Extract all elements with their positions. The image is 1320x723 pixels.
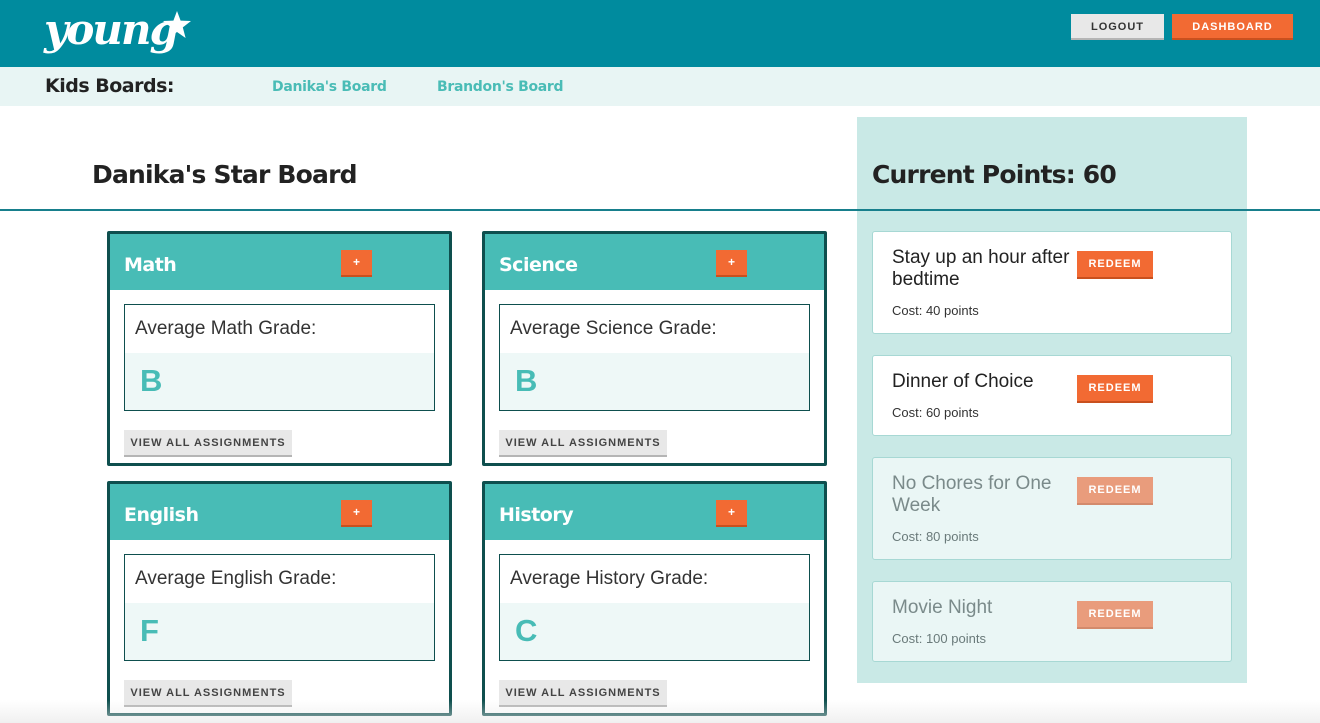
- reward-card: Movie Night Cost: 100 points REDEEM: [872, 581, 1232, 662]
- logo-text: young: [44, 5, 179, 54]
- current-points-title: Current Points: 60: [872, 160, 1117, 189]
- grade-label: Average Science Grade:: [510, 318, 717, 339]
- star-icon: [163, 11, 191, 38]
- top-header: young LOGOUT DASHBOARD: [0, 0, 1320, 67]
- grade-box: Average English Grade: F: [124, 554, 435, 661]
- grade-value: B: [515, 363, 538, 398]
- subject-card-english: English + Average English Grade: F VIEW …: [107, 481, 452, 716]
- reward-cost: Cost: 60 points: [892, 405, 979, 420]
- grade-label: Average Math Grade:: [135, 318, 317, 339]
- reward-name: Movie Night: [892, 597, 993, 618]
- reward-cost: Cost: 80 points: [892, 529, 979, 544]
- grade-value-area: C: [500, 603, 809, 660]
- grade-box: Average History Grade: C: [499, 554, 810, 661]
- dashboard-button[interactable]: DASHBOARD: [1172, 14, 1293, 40]
- reward-name: Stay up an hour after bedtime: [892, 247, 1070, 290]
- grade-box: Average Math Grade: B: [124, 304, 435, 411]
- redeem-button[interactable]: REDEEM: [1077, 477, 1153, 505]
- reward-name: Dinner of Choice: [892, 371, 1034, 392]
- subject-card-science: Science + Average Science Grade: B VIEW …: [482, 231, 827, 466]
- kids-boards-title: Kids Boards:: [45, 75, 175, 97]
- reward-card: Dinner of Choice Cost: 60 points REDEEM: [872, 355, 1232, 436]
- subject-title: English: [124, 504, 199, 526]
- grade-value-area: B: [125, 353, 434, 410]
- subject-card-history: History + Average History Grade: C VIEW …: [482, 481, 827, 716]
- add-assignment-button[interactable]: +: [341, 250, 372, 277]
- add-assignment-button[interactable]: +: [716, 500, 747, 527]
- logout-button[interactable]: LOGOUT: [1071, 14, 1164, 40]
- grade-value: F: [140, 613, 159, 648]
- subject-card-math: Math + Average Math Grade: B VIEW ALL AS…: [107, 231, 452, 466]
- grade-label: Average History Grade:: [510, 568, 709, 589]
- reward-name: No Chores for One Week: [892, 473, 1052, 516]
- reward-card: No Chores for One Week Cost: 80 points R…: [872, 457, 1232, 560]
- view-all-assignments-button[interactable]: VIEW ALL ASSIGNMENTS: [124, 430, 292, 457]
- card-header: English +: [110, 484, 449, 540]
- grade-label: Average English Grade:: [135, 568, 337, 589]
- card-header: Math +: [110, 234, 449, 290]
- reward-cost: Cost: 100 points: [892, 631, 986, 646]
- redeem-button[interactable]: REDEEM: [1077, 601, 1153, 629]
- card-header: History +: [485, 484, 824, 540]
- page-title: Danika's Star Board: [92, 160, 358, 189]
- page-bottom-shade: [0, 700, 1320, 723]
- redeem-button[interactable]: REDEEM: [1077, 375, 1153, 403]
- redeem-button[interactable]: REDEEM: [1077, 251, 1153, 279]
- card-header: Science +: [485, 234, 824, 290]
- kid-board-link-danika[interactable]: Danika's Board: [272, 79, 387, 95]
- grade-value: C: [515, 613, 538, 648]
- title-divider: [0, 209, 1320, 211]
- kid-board-link-brandon[interactable]: Brandon's Board: [437, 79, 564, 95]
- subject-title: History: [499, 504, 574, 526]
- add-assignment-button[interactable]: +: [716, 250, 747, 277]
- kids-boards-nav: Kids Boards: Danika's Board Brandon's Bo…: [0, 67, 1320, 106]
- grade-value-area: B: [500, 353, 809, 410]
- subject-title: Math: [124, 254, 177, 276]
- subject-title: Science: [499, 254, 578, 276]
- grade-box: Average Science Grade: B: [499, 304, 810, 411]
- add-assignment-button[interactable]: +: [341, 500, 372, 527]
- grade-value: B: [140, 363, 163, 398]
- view-all-assignments-button[interactable]: VIEW ALL ASSIGNMENTS: [499, 430, 667, 457]
- grade-value-area: F: [125, 603, 434, 660]
- reward-card: Stay up an hour after bedtime Cost: 40 p…: [872, 231, 1232, 334]
- reward-cost: Cost: 40 points: [892, 303, 979, 318]
